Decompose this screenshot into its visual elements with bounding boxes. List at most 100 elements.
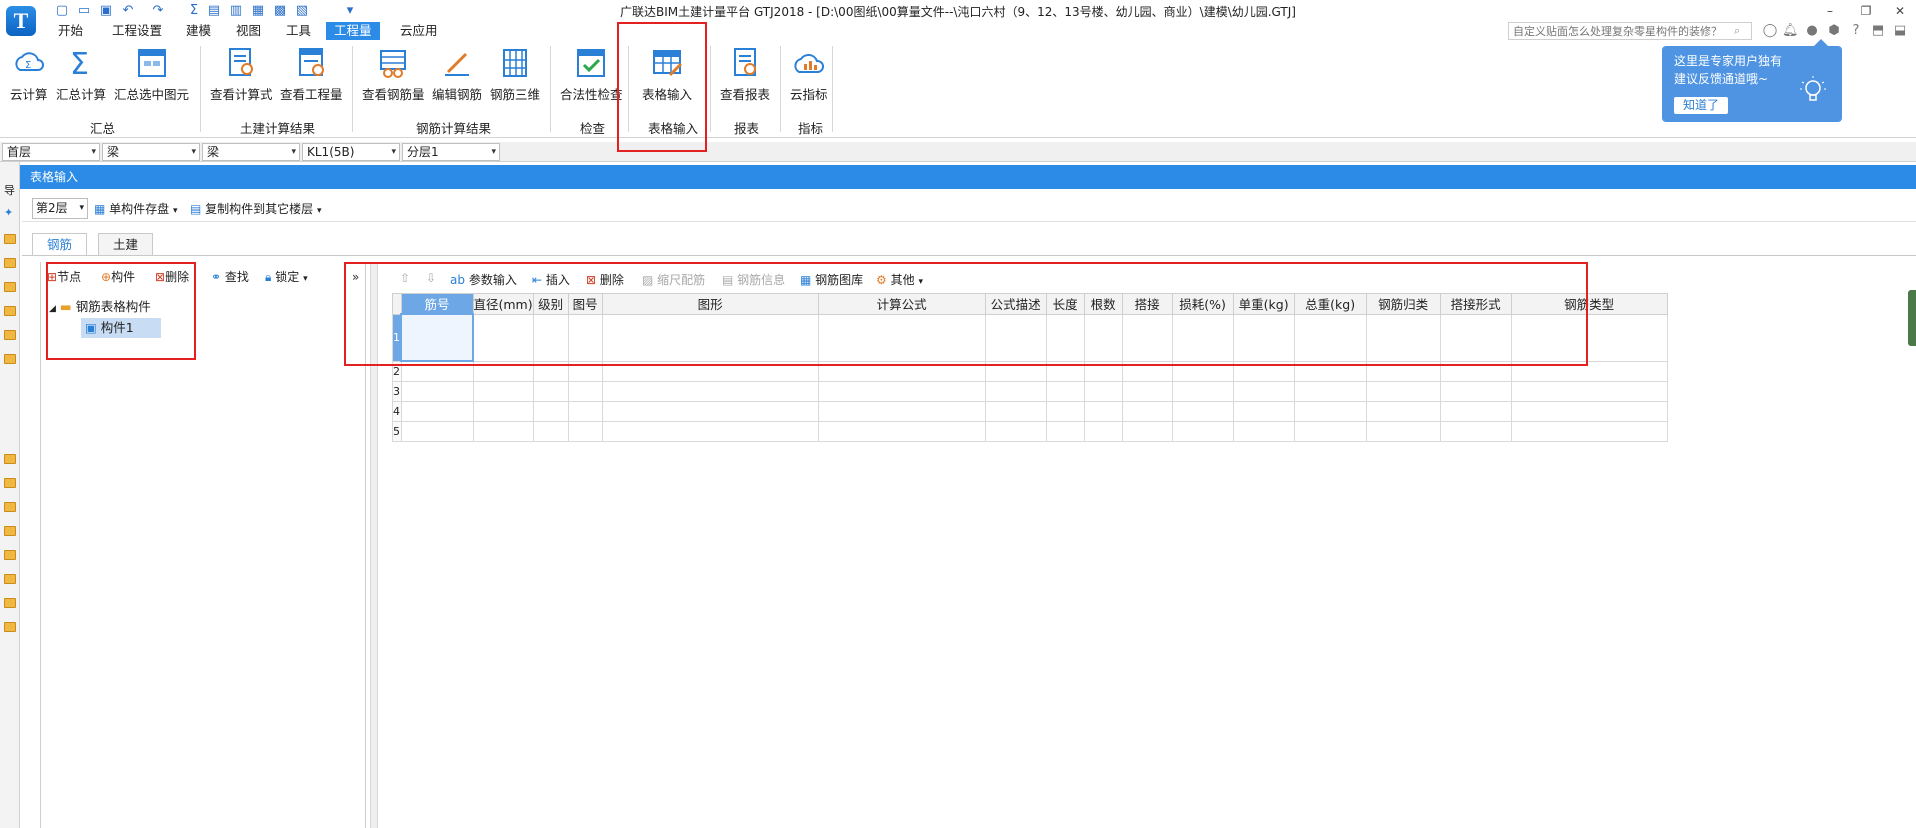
table-cell[interactable] [1171,420,1234,442]
table-cell[interactable] [1439,380,1512,402]
table-cell[interactable] [1045,400,1085,422]
tab-quantities[interactable]: 工程量 [326,22,380,40]
table-cell[interactable] [1045,380,1085,402]
restore-icon[interactable]: ❐ [1856,3,1876,19]
folder-icon[interactable] [4,282,16,292]
table-cell[interactable] [1083,400,1123,422]
add-component-button[interactable]: ⊕构件 [101,268,135,285]
floor-select[interactable]: 首层 ▾ [2,143,100,161]
column-header[interactable]: 搭接 [1121,293,1173,315]
panel-floor-select[interactable]: 第2层 ▾ [32,198,88,219]
user-avatar-icon[interactable]: ◯ [1762,22,1778,40]
folder-icon[interactable] [4,306,16,316]
table-cell[interactable] [1232,313,1295,362]
pin-icon[interactable]: ⬓ [1892,22,1908,40]
tab-tools[interactable]: 工具 [278,22,319,40]
tree-item-component[interactable]: ▣ 构件1 [81,318,161,338]
tab-start[interactable]: 开始 [50,22,91,40]
search-icon[interactable]: ⌕ [1734,22,1750,40]
chat-icon[interactable]: ● [1804,22,1820,40]
formula-icon[interactable]: ▤ [206,3,222,19]
folder-icon[interactable] [4,454,16,464]
table-cell[interactable] [1293,380,1367,402]
column-header[interactable]: 钢筋归类 [1365,293,1441,315]
sparkle-icon[interactable]: ✦ [4,206,13,219]
row-number[interactable]: 2 [392,360,402,382]
legality-check-button[interactable]: 合法性检查 [560,46,623,103]
folder-icon[interactable] [4,550,16,560]
folder-icon[interactable] [4,234,16,244]
move-up-icon[interactable]: ⇧ [400,271,410,285]
row-number[interactable]: 4 [392,400,402,422]
layer-select[interactable]: 分层1 ▾ [402,143,500,161]
help-icon[interactable]: ? [1848,22,1864,40]
redo-icon[interactable]: ↷ [150,3,166,19]
column-header[interactable]: 直径(mm) [472,293,534,315]
row-number[interactable]: 5 [392,420,402,442]
tree-root-node[interactable]: ◢ ▬ 钢筋表格构件 [49,296,151,315]
rebar-3d-button[interactable]: 钢筋三维 [490,46,540,103]
folder-icon[interactable] [4,330,16,340]
sum-icon[interactable]: Σ [186,3,202,19]
pane-splitter[interactable] [370,262,378,828]
folder-icon[interactable] [4,526,16,536]
table-cell[interactable] [1121,360,1173,382]
table-cell[interactable] [984,313,1047,362]
table-cell[interactable] [1232,400,1295,422]
table-cell[interactable] [532,313,569,362]
sum-selected-button[interactable]: 汇总选中图元 [114,46,189,103]
table-cell[interactable] [1121,400,1173,422]
cloud-calc-button[interactable]: Σ 云计算 [10,46,48,103]
delete-button[interactable]: ⊠删除 [155,268,189,285]
table-cell[interactable] [984,380,1047,402]
tree-expand-icon[interactable]: ◢ [49,304,56,314]
table-cell[interactable] [1083,420,1123,442]
table-cell[interactable] [1365,400,1441,422]
open-folder-icon[interactable]: ▭ [76,3,92,19]
table-cell[interactable] [567,380,603,402]
param-input-button[interactable]: ab 参数输入 [450,271,517,288]
minimize-icon[interactable]: – [1820,3,1840,19]
table-cell[interactable] [400,380,474,402]
lock-button[interactable]: 🔒︎ 锁定 ▾ [265,268,308,285]
column-header[interactable]: 单重(kg) [1232,293,1295,315]
rebar-info-button[interactable]: ▤ 钢筋信息 [722,271,785,288]
folder-icon[interactable] [4,258,16,268]
table-cell[interactable] [601,313,819,362]
table-cell[interactable] [1510,400,1668,422]
new-file-icon[interactable]: ▢ [54,3,70,19]
table-cell[interactable] [1439,360,1512,382]
view-report-button[interactable]: 查看报表 [720,46,770,103]
table-cell[interactable] [1365,380,1441,402]
table-cell[interactable] [472,420,534,442]
table-cell[interactable] [1232,420,1295,442]
sum-calc-button[interactable]: Σ 汇总计算 [56,46,106,103]
tab-rebar[interactable]: 钢筋 [32,233,88,255]
table-cell[interactable] [1439,400,1512,422]
table-cell[interactable] [1232,380,1295,402]
table-cell[interactable] [601,380,819,402]
bell-icon[interactable]: 🔔︎ [1782,22,1799,40]
table-cell[interactable] [1045,420,1085,442]
table-cell[interactable] [984,360,1047,382]
rebar-library-button[interactable]: ▦ 钢筋图库 [800,271,863,288]
folder-icon[interactable] [4,502,16,512]
folder-icon[interactable] [4,478,16,488]
table-cell[interactable] [601,400,819,422]
table-cell[interactable] [1045,360,1085,382]
component-select[interactable]: KL1(5B) ▾ [302,143,400,161]
export-icon[interactable]: ▧ [294,3,310,19]
table-cell[interactable] [817,360,986,382]
column-header[interactable]: 计算公式 [817,293,986,315]
grid-icon[interactable]: ▩ [272,3,288,19]
table-cell[interactable] [1510,313,1668,362]
scale-rebar-button[interactable]: ▨ 缩尺配筋 [642,271,705,288]
find-button[interactable]: ⚭ 查找 [211,268,249,285]
table-cell[interactable] [1171,360,1234,382]
column-header[interactable]: 根数 [1083,293,1123,315]
table-cell[interactable] [984,400,1047,422]
edit-rebar-button[interactable]: 编辑钢筋 [432,46,482,103]
table-cell[interactable] [400,360,474,382]
table-cell[interactable] [472,400,534,422]
table-cell[interactable] [1083,380,1123,402]
